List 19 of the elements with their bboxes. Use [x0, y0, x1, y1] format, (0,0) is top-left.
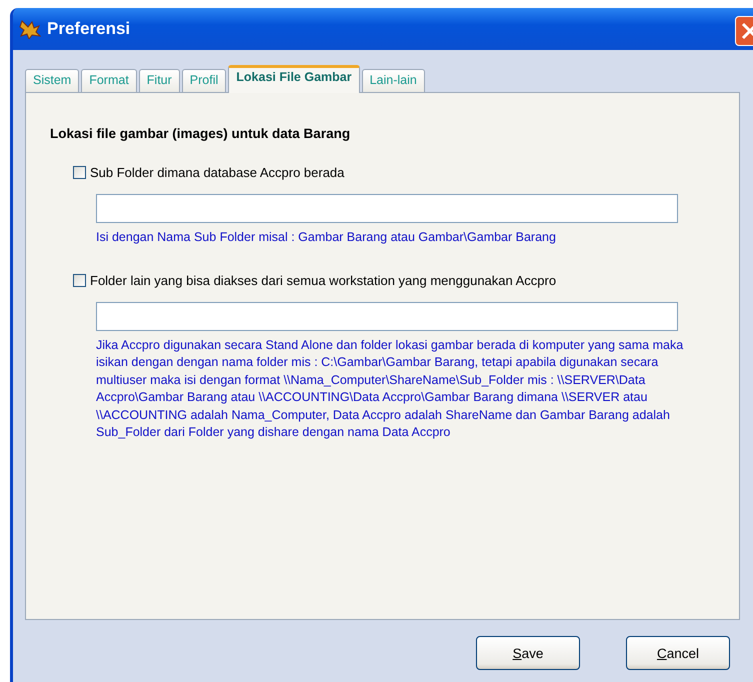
app-icon — [19, 19, 41, 39]
folder-input-field[interactable] — [96, 302, 678, 330]
save-button[interactable]: Save — [476, 636, 580, 670]
folder-input-field[interactable] — [96, 194, 678, 223]
cancel-button[interactable]: Cancel — [626, 636, 730, 670]
tab[interactable]: Profil — [182, 69, 226, 92]
tab[interactable]: Lain-lain — [362, 69, 425, 92]
tab[interactable]: Sistem — [25, 69, 80, 92]
checkbox-label[interactable]: Sub Folder dimana database Accpro berada — [90, 165, 344, 180]
tab[interactable]: Lokasi File Gambar — [228, 65, 360, 93]
checkbox[interactable] — [73, 166, 86, 179]
hint-text: Jika Accpro digunakan secara Stand Alone dan folder lokasi gambar berada di komputer yang sama maka isikan dengan dengan nama folder mis : C:\Gambar\Gambar Barang, tetapi apabila digunakan secara multiuser maka isi dengan format \\Nama_Computer\ShareName\Sub_Folder mis : \\SERVER\Data Accpro\Gambar Barang atau \\ACCOUNTING\Data Accpro\Gambar Barang dimana \\SERVER atau \\ACCOUNTING adalah Nama_Computer, Data Accpro adalah ShareName dan Gambar Barang adalah Sub_Folder dari Folder yang dishare dengan nama Data Accpro — [96, 336, 684, 441]
checkbox[interactable] — [73, 274, 86, 286]
tab[interactable]: Fitur — [138, 69, 180, 92]
window-title: Preferensi — [47, 19, 130, 39]
checkbox-label[interactable]: Folder lain yang bisa diakses dari semua workstation yang menggunakan Accpro — [90, 272, 556, 288]
section-heading: Lokasi file gambar (images) untuk data Barang — [50, 126, 350, 141]
tab[interactable]: Format — [81, 69, 137, 92]
hint-text: Isi dengan Nama Sub Folder misal : Gambar Barang atau Gambar\Gambar Barang — [96, 229, 557, 246]
